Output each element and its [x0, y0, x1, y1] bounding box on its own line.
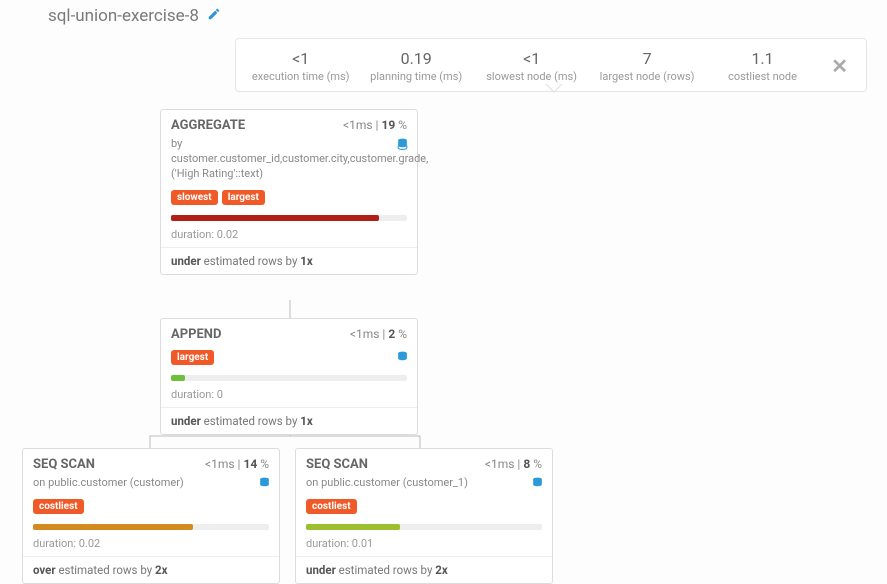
node-title: SEQ SCAN	[306, 457, 368, 472]
node-cost-bar	[33, 524, 269, 530]
node-duration: duration: 0.01	[296, 534, 552, 556]
node-time: <1ms | 19 %	[343, 118, 407, 132]
node-subtitle: on public.customer (customer)	[23, 476, 279, 495]
node-tags: costliest	[23, 495, 279, 518]
tag-slowest: slowest	[171, 190, 218, 205]
node-subtitle: by customer.customer_id,customer.city,cu…	[161, 137, 417, 186]
node-duration: duration: 0	[161, 385, 417, 407]
node-time: <1ms | 14 %	[205, 457, 269, 471]
node-time: <1ms | 8 %	[485, 457, 542, 471]
plan-node-append[interactable]: APPEND <1ms | 2 % largest duration: 0 un…	[160, 318, 418, 435]
edit-title-icon[interactable]	[207, 7, 221, 25]
stat-slowest-node: <1 slowest node (ms)	[481, 49, 582, 83]
stat-execution-time: <1 execution time (ms)	[250, 49, 351, 83]
node-title: APPEND	[171, 327, 221, 342]
node-estimate: under estimated rows by 2x	[296, 556, 552, 583]
stats-pointer	[545, 84, 563, 93]
database-icon	[258, 476, 271, 496]
tag-costliest: costliest	[33, 499, 84, 514]
tag-largest: largest	[222, 190, 265, 205]
tag-costliest: costliest	[306, 499, 357, 514]
node-time: <1ms | 2 %	[350, 327, 407, 341]
tag-largest: largest	[171, 350, 214, 365]
node-duration: duration: 0.02	[23, 534, 279, 556]
node-tags: largest	[161, 346, 417, 369]
node-estimate: over estimated rows by 2x	[23, 556, 279, 583]
node-cost-bar	[306, 524, 542, 530]
node-cost-bar	[171, 215, 407, 221]
plan-node-seqscan-2[interactable]: SEQ SCAN <1ms | 8 % on public.customer (…	[295, 448, 553, 584]
stat-planning-time: 0.19 planning time (ms)	[365, 49, 466, 83]
node-title: AGGREGATE	[171, 118, 245, 133]
node-tags: costliest	[296, 495, 552, 518]
stat-costliest-node: 1.1 costliest node	[712, 49, 813, 83]
database-icon	[396, 350, 409, 368]
node-subtitle: on public.customer (customer_1)	[296, 476, 552, 495]
plan-node-seqscan-1[interactable]: SEQ SCAN <1ms | 14 % on public.customer …	[22, 448, 280, 584]
node-estimate: under estimated rows by 1x	[161, 407, 417, 434]
page-title: sql-union-exercise-8	[48, 6, 199, 26]
stat-largest-node: 7 largest node (rows)	[596, 49, 697, 83]
node-estimate: under estimated rows by 1x	[161, 247, 417, 274]
node-title: SEQ SCAN	[33, 457, 95, 472]
close-stats-icon[interactable]: ✕	[827, 54, 852, 78]
database-icon	[396, 137, 409, 157]
plan-node-aggregate[interactable]: AGGREGATE <1ms | 19 % by customer.custom…	[160, 109, 418, 275]
node-duration: duration: 0.02	[161, 225, 417, 247]
database-icon	[531, 476, 544, 496]
node-tags: slowest largest	[161, 186, 417, 209]
page-title-area: sql-union-exercise-8	[48, 6, 221, 26]
node-cost-bar	[171, 375, 407, 381]
